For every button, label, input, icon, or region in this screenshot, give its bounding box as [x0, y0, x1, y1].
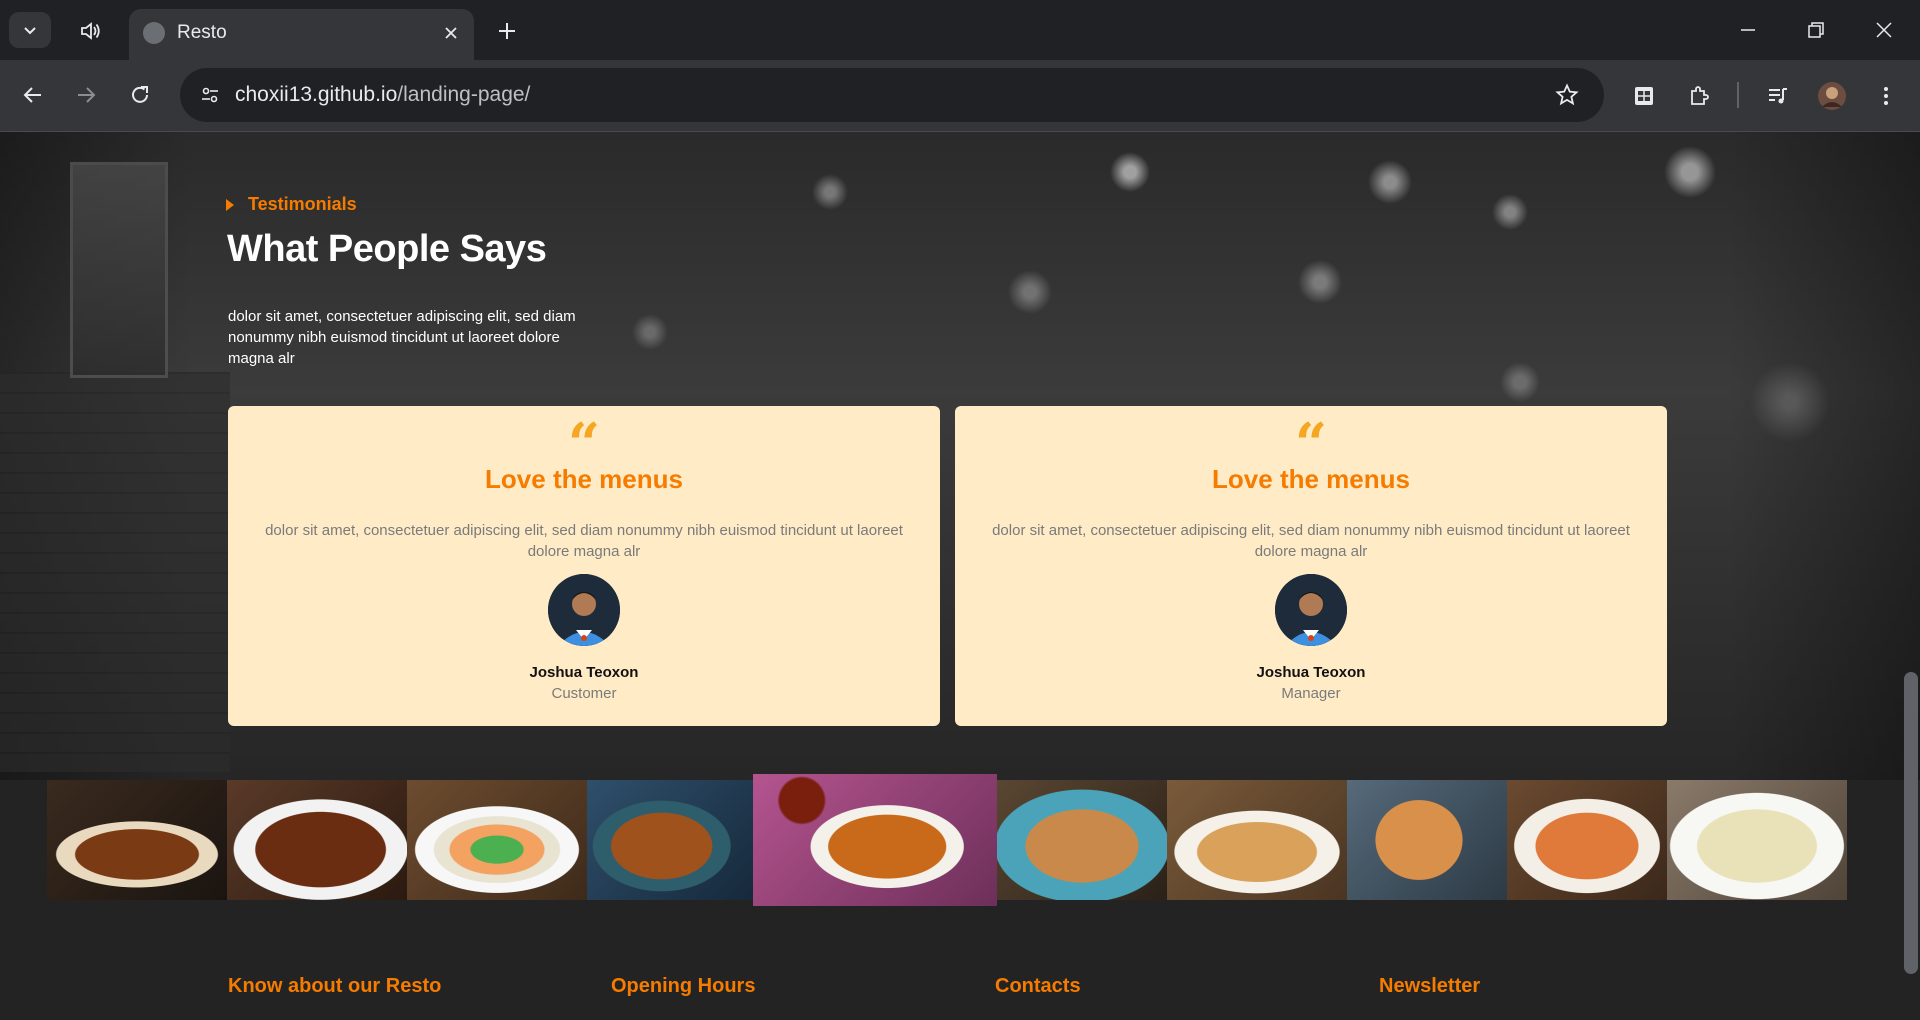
arrow-right-icon [78, 87, 96, 103]
browser-tab-strip: Resto [0, 0, 1920, 60]
web-page: Testimonials What People Says dolor sit … [0, 132, 1920, 1020]
footer-heading-about: Know about our Resto [228, 975, 442, 997]
more-vert-icon [1884, 87, 1888, 105]
arrow-left-icon [23, 87, 41, 103]
close-icon [445, 27, 457, 39]
close-icon [1876, 22, 1892, 38]
tab-search-button[interactable] [9, 12, 51, 48]
section-intro: dolor sit amet, consectetuer adipiscing … [228, 308, 576, 367]
food-image-adobo[interactable] [47, 780, 227, 900]
section-eyebrow: Testimonials [226, 194, 357, 215]
tab-audio-button[interactable] [72, 14, 108, 48]
tab-title: Resto [177, 22, 227, 43]
food-image-pancit-canton[interactable] [1167, 780, 1347, 900]
testimonial-title: Love the menus [485, 464, 683, 494]
testimonial-text: dolor sit amet, consectetuer adipiscing … [265, 522, 903, 560]
testimonial-title: Love the menus [1212, 464, 1410, 494]
chevron-down-icon [24, 27, 36, 35]
reload-button[interactable] [121, 76, 159, 114]
testimonial-author-role: Customer [551, 685, 617, 702]
footer-heading-contacts: Contacts [995, 975, 1081, 997]
food-image-lechon-kawali[interactable] [227, 780, 407, 900]
new-tab-button[interactable] [489, 14, 525, 48]
puzzle-icon [1691, 86, 1709, 105]
site-info-button[interactable] [192, 77, 228, 113]
speaker-icon [81, 22, 100, 40]
address-bar[interactable]: choxii13.github.io/landing-page/ [180, 68, 1604, 122]
star-icon [1555, 83, 1579, 106]
globe-icon [143, 22, 165, 44]
queue-music-icon [1769, 88, 1787, 104]
window-close-button[interactable] [1856, 6, 1912, 54]
sheets-extension-button[interactable] [1624, 76, 1664, 116]
eyebrow-label: Testimonials [248, 194, 357, 214]
testimonial-author-name: Joshua Teoxon [1256, 664, 1366, 681]
section-heading: What People Says [227, 228, 547, 270]
bookmark-button[interactable] [1552, 80, 1582, 110]
avatar [548, 574, 620, 646]
profile-button[interactable] [1812, 76, 1852, 116]
media-control-button[interactable] [1758, 76, 1798, 116]
testimonial-card: “ Love the menus dolor sit amet, consect… [228, 406, 940, 726]
food-image-lumpia[interactable] [1347, 780, 1507, 900]
food-image-pancit-palabok[interactable] [997, 780, 1167, 900]
toolbar-separator [1737, 82, 1739, 108]
extensions-button[interactable] [1679, 76, 1719, 116]
testimonial-author-role: Manager [1281, 685, 1341, 702]
forward-button[interactable] [67, 76, 105, 114]
food-image-kare-kare[interactable] [753, 774, 997, 906]
tab-close-button[interactable] [438, 20, 464, 46]
minimize-icon [1741, 29, 1755, 31]
restore-button[interactable] [1788, 6, 1844, 54]
restore-icon [1808, 22, 1824, 38]
url-path: /landing-page/ [397, 83, 531, 106]
url-host: choxii13.github.io [235, 83, 398, 106]
page-scrollbar[interactable] [1904, 672, 1918, 974]
testimonial-card: “ Love the menus dolor sit amet, consect… [955, 406, 1667, 726]
testimonials-section: Testimonials What People Says dolor sit … [0, 132, 1920, 780]
active-tab[interactable]: Resto [129, 9, 474, 60]
reload-icon [132, 86, 148, 103]
triangle-icon [226, 198, 234, 211]
food-image-chopsuey[interactable] [407, 780, 587, 900]
url-text: choxii13.github.io/landing-page/ [235, 83, 530, 107]
food-image-sinigang[interactable] [1507, 780, 1667, 900]
person-photo-icon [548, 574, 620, 646]
food-gallery [47, 774, 1849, 906]
footer-heading-newsletter: Newsletter [1379, 975, 1481, 997]
testimonial-author-name: Joshua Teoxon [529, 664, 639, 681]
food-image-fried-chicken[interactable] [587, 780, 753, 900]
food-image-tinola[interactable] [1667, 780, 1847, 900]
sheets-icon [1635, 87, 1653, 105]
background-portrait-frame [70, 162, 168, 378]
browser-toolbar: choxii13.github.io/landing-page/ [0, 60, 1920, 132]
testimonial-text: dolor sit amet, consectetuer adipiscing … [992, 522, 1630, 560]
minimize-button[interactable] [1720, 6, 1776, 54]
person-photo-icon [1275, 574, 1347, 646]
avatar-icon [1818, 82, 1846, 110]
footer-heading-hours: Opening Hours [611, 975, 756, 997]
background-brick-wall [0, 372, 230, 772]
avatar [1275, 574, 1347, 646]
menu-button[interactable] [1866, 76, 1906, 116]
tune-icon [202, 87, 218, 103]
plus-icon [499, 23, 515, 39]
back-button[interactable] [14, 76, 52, 114]
